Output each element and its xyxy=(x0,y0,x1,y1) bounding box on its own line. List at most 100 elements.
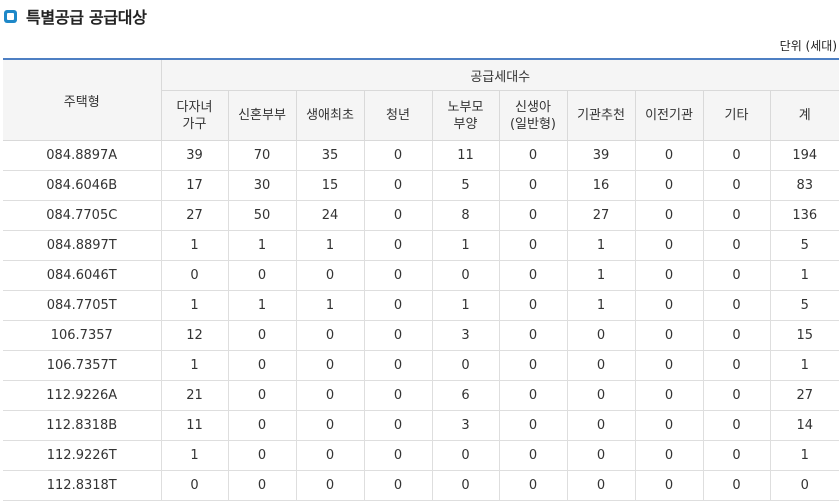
count-cell: 0 xyxy=(363,470,433,501)
count-cell: 21 xyxy=(160,380,229,411)
count-cell: 15 xyxy=(295,170,365,201)
table-row: 084.7705T 1 1 1 0 1 0 1 0 0 5 xyxy=(3,290,839,321)
table-row: 106.7357 12 0 0 0 3 0 0 0 0 15 xyxy=(3,320,839,351)
total-cell: 1 xyxy=(769,350,839,381)
total-cell: 0 xyxy=(769,470,839,501)
column-header-line1: 계 xyxy=(798,108,811,123)
column-header: 신혼부부 xyxy=(227,90,297,141)
count-cell: 0 xyxy=(431,440,500,471)
count-cell: 0 xyxy=(634,200,704,231)
count-cell: 11 xyxy=(160,410,229,441)
count-cell: 0 xyxy=(702,290,771,321)
count-cell: 0 xyxy=(566,320,636,351)
count-cell: 0 xyxy=(431,260,500,291)
count-cell: 0 xyxy=(363,290,433,321)
housing-type-cell: 112.8318T xyxy=(3,470,162,501)
column-header: 생애최초 xyxy=(295,90,365,141)
housing-type-cell: 084.8897T xyxy=(3,230,162,261)
count-cell: 3 xyxy=(431,320,500,351)
table-row: 112.9226A 21 0 0 0 6 0 0 0 0 27 xyxy=(3,380,839,411)
count-cell: 0 xyxy=(227,470,297,501)
count-cell: 0 xyxy=(634,140,704,171)
count-cell: 0 xyxy=(566,440,636,471)
column-header-line1: 기타 xyxy=(724,108,749,123)
count-cell: 0 xyxy=(702,260,771,291)
housing-type-cell: 106.7357 xyxy=(3,320,162,351)
unit-label: 단위 (세대) xyxy=(779,39,837,53)
table-body: 084.8897A 39 70 35 0 11 0 39 0 0 194 084.6046B 17 30 1… xyxy=(3,140,839,501)
count-cell: 1 xyxy=(227,290,297,321)
count-cell: 0 xyxy=(363,260,433,291)
total-cell: 14 xyxy=(769,410,839,441)
count-cell: 30 xyxy=(227,170,297,201)
header-housing-type: 주택형 xyxy=(3,58,162,141)
count-cell: 0 xyxy=(566,470,636,501)
total-cell: 5 xyxy=(769,230,839,261)
housing-type-cell: 084.8897A xyxy=(3,140,162,171)
count-cell: 0 xyxy=(498,320,568,351)
count-cell: 0 xyxy=(227,440,297,471)
count-cell: 0 xyxy=(634,350,704,381)
table-row: 084.8897T 1 1 1 0 1 0 1 0 0 5 xyxy=(3,230,839,261)
count-cell: 0 xyxy=(363,200,433,231)
count-cell: 0 xyxy=(634,170,704,201)
column-header-line1: 신생아 xyxy=(515,99,551,115)
column-header-line2: 부양 xyxy=(453,116,478,132)
count-cell: 0 xyxy=(498,260,568,291)
count-cell: 0 xyxy=(498,380,568,411)
table-row: 106.7357T 1 0 0 0 0 0 0 0 0 1 xyxy=(3,350,839,381)
count-cell: 0 xyxy=(634,410,704,441)
count-cell: 0 xyxy=(363,320,433,351)
count-cell: 0 xyxy=(227,350,297,381)
count-cell: 35 xyxy=(295,140,365,171)
count-cell: 0 xyxy=(431,470,500,501)
housing-type-cell: 112.9226T xyxy=(3,440,162,471)
total-cell: 83 xyxy=(769,170,839,201)
total-cell: 27 xyxy=(769,380,839,411)
count-cell: 0 xyxy=(160,260,229,291)
count-cell: 0 xyxy=(498,440,568,471)
column-header-line2: (일반형) xyxy=(509,116,557,132)
count-cell: 0 xyxy=(702,140,771,171)
column-header: 신생아 (일반형) xyxy=(498,90,568,141)
count-cell: 0 xyxy=(431,350,500,381)
column-header: 계 xyxy=(769,90,839,141)
count-cell: 0 xyxy=(634,290,704,321)
count-cell: 0 xyxy=(363,380,433,411)
count-cell: 0 xyxy=(634,440,704,471)
count-cell: 1 xyxy=(566,290,636,321)
table-row: 084.6046B 17 30 15 0 5 0 16 0 0 83 xyxy=(3,170,839,201)
count-cell: 1 xyxy=(566,260,636,291)
count-cell: 0 xyxy=(295,380,365,411)
square-bullet-icon xyxy=(4,9,17,23)
count-cell: 1 xyxy=(160,230,229,261)
count-cell: 0 xyxy=(498,410,568,441)
count-cell: 1 xyxy=(160,290,229,321)
count-cell: 0 xyxy=(498,200,568,231)
header-supply-count: 공급세대수 xyxy=(160,58,839,91)
count-cell: 0 xyxy=(363,170,433,201)
table-row: 084.7705C 27 50 24 0 8 0 27 0 0 136 xyxy=(3,200,839,231)
count-cell: 1 xyxy=(160,440,229,471)
count-cell: 0 xyxy=(634,230,704,261)
page-title: 특별공급 공급대상 xyxy=(26,8,147,27)
count-cell: 0 xyxy=(363,350,433,381)
count-cell: 1 xyxy=(295,230,365,261)
column-header: 기타 xyxy=(702,90,771,141)
count-cell: 11 xyxy=(431,140,500,171)
count-cell: 0 xyxy=(363,410,433,441)
count-cell: 0 xyxy=(227,260,297,291)
count-cell: 1 xyxy=(227,230,297,261)
count-cell: 17 xyxy=(160,170,229,201)
total-cell: 194 xyxy=(769,140,839,171)
table-row: 084.8897A 39 70 35 0 11 0 39 0 0 194 xyxy=(3,140,839,171)
count-cell: 0 xyxy=(295,260,365,291)
count-cell: 0 xyxy=(498,470,568,501)
count-cell: 1 xyxy=(566,230,636,261)
column-header: 청년 xyxy=(363,90,433,141)
count-cell: 0 xyxy=(295,350,365,381)
column-header: 노부모 부양 xyxy=(431,90,500,141)
total-cell: 5 xyxy=(769,290,839,321)
table-row: 084.6046T 0 0 0 0 0 0 1 0 0 1 xyxy=(3,260,839,291)
count-cell: 0 xyxy=(160,470,229,501)
